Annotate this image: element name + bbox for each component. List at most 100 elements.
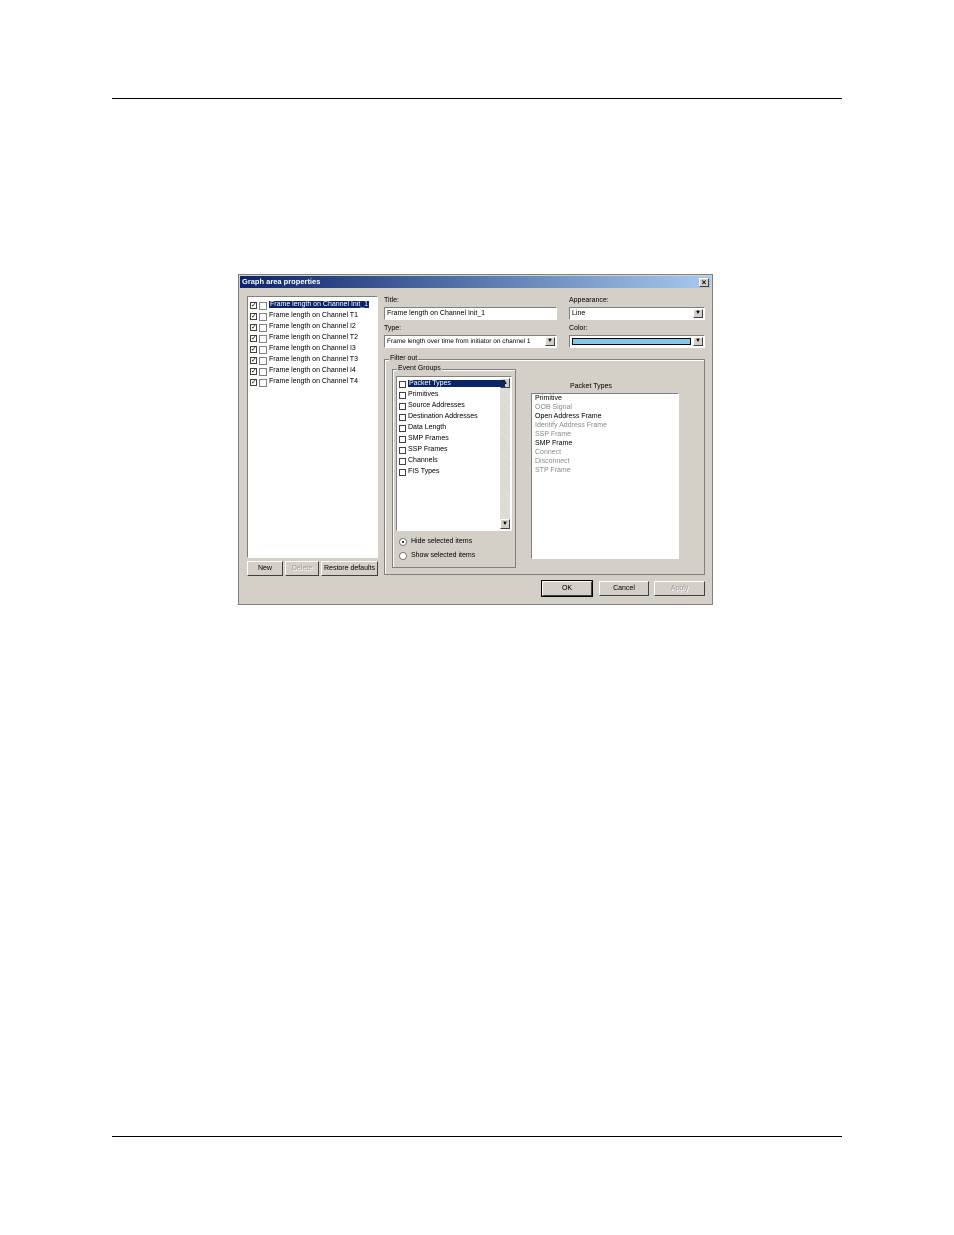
event-groups-list[interactable]: ▲ ▼ Packet Types Primitives Source Address… [396, 376, 512, 531]
event-groups-legend: Event Groups [397, 365, 442, 372]
type-select-value: Frame length over time from initiator on… [387, 338, 531, 345]
restore-defaults-button[interactable]: Restore defaults [321, 561, 378, 576]
packet-type-item[interactable]: Primitive [535, 395, 562, 402]
chevron-down-icon[interactable]: ▼ [693, 309, 703, 318]
event-group-item[interactable]: Data Length [399, 423, 499, 434]
checkbox-icon[interactable] [399, 436, 406, 443]
checkbox-icon[interactable]: ✓ [250, 335, 257, 342]
event-group-item[interactable]: Destination Addresses [399, 412, 499, 423]
ok-button[interactable]: OK [541, 580, 593, 597]
graph-list-item-label: Frame length on Channel T2 [269, 334, 358, 341]
checkbox-icon[interactable]: ✓ [250, 368, 257, 375]
packet-type-item[interactable]: SMP Frame [535, 440, 572, 447]
graph-area-properties-dialog: Graph area properties × ✓ Frame length on… [238, 274, 713, 605]
hide-selected-radio[interactable] [399, 538, 407, 546]
appearance-select[interactable]: Line ▼ [569, 307, 705, 320]
series-color-swatch [259, 335, 267, 343]
event-group-item[interactable]: Primitives [399, 390, 499, 401]
graph-list-item[interactable]: ✓ Frame length on Channel T2 [250, 333, 376, 344]
checkbox-icon[interactable]: ✓ [250, 357, 257, 364]
checkbox-icon[interactable]: ✓ [250, 346, 257, 353]
appearance-select-value: Line [572, 310, 586, 317]
chevron-down-icon[interactable]: ▼ [545, 337, 555, 346]
event-group-item[interactable]: SMP Frames [399, 434, 499, 445]
chevron-down-icon[interactable]: ▼ [693, 337, 703, 346]
graph-list-item[interactable]: ✓ Frame length on Channel I2 [250, 322, 376, 333]
checkbox-icon[interactable] [399, 425, 406, 432]
checkbox-icon[interactable] [399, 381, 406, 388]
checkbox-icon[interactable] [399, 458, 406, 465]
checkbox-icon[interactable] [399, 403, 406, 410]
close-icon[interactable]: × [699, 278, 709, 287]
graph-list-item-label: Frame length on Channel I4 [269, 367, 356, 374]
event-group-item-label: SMP Frames [408, 435, 449, 442]
event-group-item[interactable]: Source Addresses [399, 401, 499, 412]
cancel-button[interactable]: Cancel [599, 581, 649, 596]
scroll-down-icon[interactable]: ▼ [500, 519, 510, 529]
packet-type-item[interactable]: Open Address Frame [535, 413, 602, 420]
graph-list[interactable]: ✓ Frame length on Channel Init_1 ✓ Frame le… [247, 296, 378, 558]
event-group-item-label: Channels [408, 457, 438, 464]
checkbox-icon[interactable]: ✓ [250, 313, 257, 320]
event-group-item-label: Primitives [408, 391, 439, 398]
event-group-item[interactable]: Channels [399, 456, 499, 467]
footer-rule [112, 1136, 842, 1137]
checkbox-icon[interactable]: ✓ [250, 379, 257, 386]
color-label: Color: [569, 325, 588, 332]
show-selected-radio[interactable] [399, 552, 407, 560]
series-color-swatch [259, 379, 267, 387]
event-group-item-label: Source Addresses [408, 402, 465, 409]
checkbox-icon[interactable] [399, 414, 406, 421]
graph-list-item[interactable]: ✓ Frame length on Channel T3 [250, 355, 376, 366]
graph-list-item-label: Frame length on Channel T4 [269, 378, 358, 385]
apply-button[interactable]: Apply [654, 581, 705, 596]
series-color-swatch [259, 324, 267, 332]
dialog-title: Graph area properties [242, 277, 321, 286]
graph-list-item[interactable]: ✓ Frame length on Channel Init_1 [250, 300, 376, 311]
delete-button[interactable]: Delete [285, 561, 319, 576]
type-select[interactable]: Frame length over time from initiator on… [384, 335, 557, 348]
filter-out-group: Filter out Event Groups ▲ ▼ Packet Types… [384, 355, 705, 575]
graph-list-item[interactable]: ✓ Frame length on Channel T1 [250, 311, 376, 322]
packet-types-title: Packet Types [570, 383, 612, 390]
title-input-value: Frame length on Channel Init_1 [387, 310, 486, 317]
packet-type-item[interactable]: Connect [535, 449, 561, 456]
series-color-swatch [259, 368, 267, 376]
graph-list-item[interactable]: ✓ Frame length on Channel I4 [250, 366, 376, 377]
type-label: Type: [384, 325, 402, 332]
graph-list-item-label: Frame length on Channel I2 [269, 323, 356, 330]
packet-type-item[interactable]: Disconnect [535, 458, 570, 465]
graph-list-item-label: Frame length on Channel I3 [269, 345, 356, 352]
event-group-item-label: Packet Types [408, 380, 505, 387]
event-group-item[interactable]: FIS Types [399, 467, 499, 478]
packet-type-item[interactable]: OOB Signal [535, 404, 572, 411]
appearance-label: Appearance: [569, 297, 609, 304]
event-group-item[interactable]: SSP Frames [399, 445, 499, 456]
title-input[interactable]: Frame length on Channel Init_1 [384, 307, 557, 320]
checkbox-icon[interactable] [399, 392, 406, 399]
event-group-item-label: SSP Frames [408, 446, 448, 453]
graph-list-item[interactable]: ✓ Frame length on Channel T4 [250, 377, 376, 388]
checkbox-icon[interactable]: ✓ [250, 324, 257, 331]
header-rule [112, 98, 842, 99]
checkbox-icon[interactable]: ✓ [250, 302, 257, 309]
graph-list-item-label: Frame length on Channel Init_1 [269, 301, 370, 308]
packet-type-item[interactable]: Identify Address Frame [535, 422, 607, 429]
event-group-item-label: Data Length [408, 424, 447, 431]
event-group-item[interactable]: Packet Types [399, 379, 505, 390]
dialog-titlebar: Graph area properties × [240, 276, 711, 288]
event-group-item-label: Destination Addresses [408, 413, 478, 420]
series-color-swatch [259, 346, 267, 354]
checkbox-icon[interactable] [399, 469, 406, 476]
checkbox-icon[interactable] [399, 447, 406, 454]
packet-types-list[interactable]: Primitive OOB Signal Open Address Frame Ide… [531, 393, 679, 559]
packet-type-item[interactable]: STP Frame [535, 467, 571, 474]
color-select[interactable]: ▼ [569, 335, 705, 348]
show-selected-label: Show selected items [411, 552, 476, 559]
packet-type-item[interactable]: SSP Frame [535, 431, 571, 438]
event-group-item-label: FIS Types [408, 468, 440, 475]
new-button[interactable]: New [247, 561, 283, 576]
series-color-swatch [259, 313, 267, 321]
event-groups-scrollbar[interactable]: ▲ ▼ [500, 378, 510, 529]
graph-list-item[interactable]: ✓ Frame length on Channel I3 [250, 344, 376, 355]
